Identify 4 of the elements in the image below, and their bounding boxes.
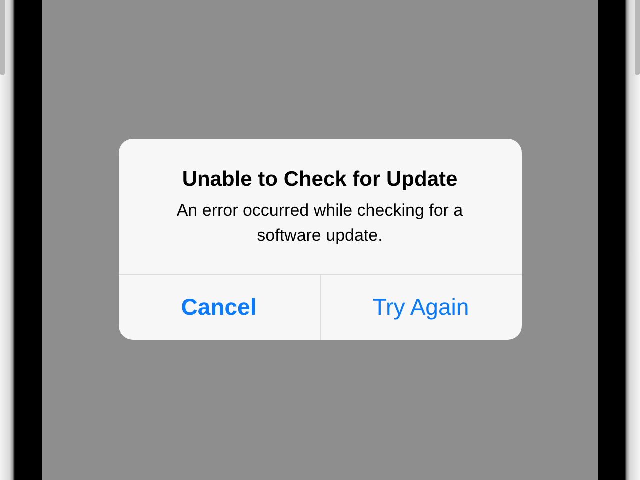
alert-title: Unable to Check for Update: [182, 168, 458, 192]
cancel-button[interactable]: Cancel: [118, 275, 320, 340]
alert-message: An error occurred while checking for a software update.: [176, 200, 464, 247]
retry-button[interactable]: Try Again: [320, 275, 522, 340]
